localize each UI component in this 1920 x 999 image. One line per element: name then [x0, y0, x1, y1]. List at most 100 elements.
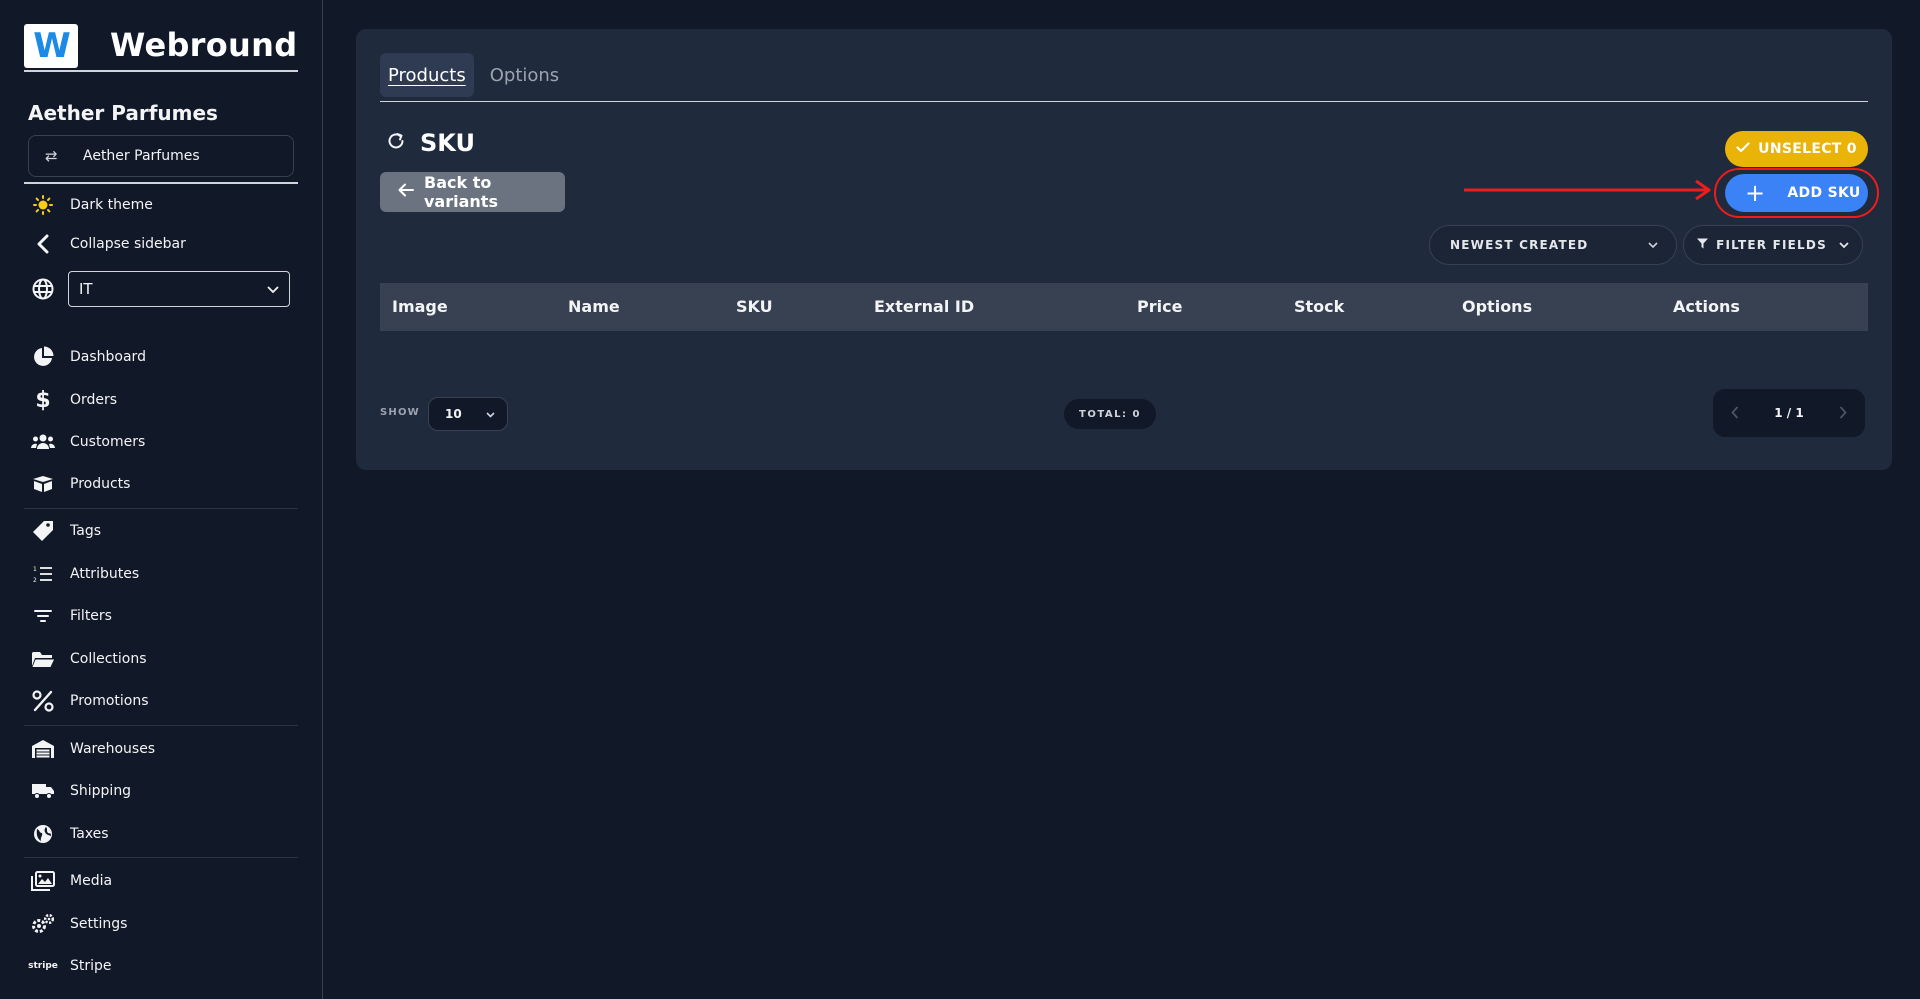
chevron-down-icon	[1839, 238, 1849, 252]
column-header-price[interactable]: Price	[1137, 297, 1182, 316]
tab-bar: Products Options	[380, 53, 1868, 102]
sidebar-item-collections[interactable]: Collections	[30, 645, 147, 673]
warehouse-icon	[30, 737, 56, 761]
page-title: SKU	[420, 129, 475, 157]
chevron-left-icon	[30, 234, 56, 254]
sidebar: W Webround Aether Parfumes ⇄ Aether Parf…	[0, 0, 323, 999]
pagination: 1 / 1	[1713, 389, 1865, 437]
folder-open-icon	[30, 647, 56, 671]
store-title: Aether Parfumes	[28, 101, 218, 125]
back-to-variants-button[interactable]: Back to variants	[380, 172, 565, 212]
sidebar-item-settings[interactable]: Settings	[30, 910, 127, 938]
sidebar-item-media[interactable]: Media	[30, 867, 112, 895]
stripe-logo-text: stripe	[28, 961, 58, 971]
nav-divider	[24, 857, 298, 858]
language-select[interactable]: IT	[68, 271, 290, 307]
total-count-badge: TOTAL: 0	[1064, 399, 1156, 429]
arrow-left-icon	[398, 182, 414, 202]
earth-icon	[30, 822, 56, 846]
tab-products[interactable]: Products	[380, 53, 474, 97]
brand-name: Webround	[110, 26, 298, 64]
sun-icon	[30, 195, 56, 215]
dark-theme-toggle[interactable]: Dark theme	[30, 193, 153, 217]
sidebar-item-attributes[interactable]: 12 Attributes	[30, 560, 139, 588]
sidebar-item-label: Stripe	[70, 958, 112, 974]
store-switcher-label: Aether Parfumes	[83, 148, 200, 164]
sidebar-item-label: Products	[70, 476, 131, 492]
nav-divider	[24, 725, 298, 726]
nav-divider	[24, 508, 298, 509]
sidebar-item-shipping[interactable]: Shipping	[30, 777, 131, 805]
svg-text:2: 2	[33, 577, 37, 583]
users-icon	[30, 430, 56, 454]
column-header-stock[interactable]: Stock	[1294, 297, 1344, 316]
sidebar-item-label: Customers	[70, 434, 146, 450]
unselect-button[interactable]: UNSELECT 0	[1725, 131, 1868, 167]
unselect-label: UNSELECT 0	[1758, 141, 1857, 157]
stripe-icon: stripe	[28, 954, 58, 978]
box-icon	[30, 472, 56, 496]
sidebar-item-label: Media	[70, 873, 113, 889]
chevron-down-icon	[486, 407, 495, 421]
annotation-arrow-icon	[1464, 179, 1711, 201]
chevron-down-icon	[267, 280, 279, 298]
table-header-row: Image Name SKU External ID Price Stock O…	[380, 283, 1868, 331]
images-icon	[30, 869, 56, 893]
sidebar-item-label: Warehouses	[70, 741, 156, 757]
sidebar-item-stripe[interactable]: stripe Stripe	[28, 952, 112, 980]
sidebar-item-label: Filters	[70, 608, 112, 624]
sidebar-item-label: Orders	[70, 392, 118, 408]
previous-page-button[interactable]	[1731, 404, 1739, 423]
page-size-label: SHOW	[380, 407, 420, 418]
sidebar-item-warehouses[interactable]: Warehouses	[30, 735, 155, 763]
sidebar-item-dashboard[interactable]: Dashboard	[30, 343, 146, 371]
next-page-button[interactable]	[1839, 404, 1847, 423]
column-header-options[interactable]: Options	[1462, 297, 1532, 316]
tab-options[interactable]: Options	[482, 53, 567, 97]
sidebar-item-customers[interactable]: Customers	[30, 428, 145, 456]
column-header-external-id[interactable]: External ID	[874, 297, 974, 316]
sidebar-item-filters[interactable]: Filters	[30, 602, 112, 630]
filter-fields-button[interactable]: FILTER FIELDS	[1683, 225, 1863, 265]
check-icon	[1736, 141, 1750, 157]
globe-icon	[30, 278, 56, 300]
refresh-icon[interactable]	[386, 131, 406, 155]
language-value: IT	[79, 280, 93, 298]
webround-logo[interactable]: W	[24, 24, 78, 68]
sidebar-item-promotions[interactable]: Promotions	[30, 687, 149, 715]
funnel-icon	[1697, 238, 1709, 252]
sidebar-item-label: Collections	[70, 651, 147, 667]
sort-select[interactable]: NEWEST CREATED	[1429, 225, 1677, 265]
column-header-name[interactable]: Name	[568, 297, 620, 316]
chevron-down-icon	[1648, 238, 1658, 252]
svg-text:1: 1	[33, 566, 37, 573]
sku-card: Products Options SKU Back to variants UN…	[356, 29, 1892, 470]
truck-icon	[30, 779, 56, 803]
sidebar-item-taxes[interactable]: Taxes	[30, 820, 109, 848]
sidebar-item-label: Promotions	[70, 693, 149, 709]
sidebar-item-orders[interactable]: $ Orders	[30, 386, 117, 414]
collapse-sidebar-label: Collapse sidebar	[70, 236, 186, 252]
collapse-sidebar-button[interactable]: Collapse sidebar	[30, 232, 186, 256]
sidebar-item-tags[interactable]: Tags	[30, 517, 101, 545]
column-header-sku[interactable]: SKU	[736, 297, 773, 316]
page-size-select[interactable]: 10	[428, 397, 508, 431]
dark-theme-label: Dark theme	[70, 197, 153, 213]
store-switcher[interactable]: ⇄ Aether Parfumes	[28, 135, 294, 177]
column-header-image[interactable]: Image	[392, 297, 448, 316]
page-size-value: 10	[445, 407, 462, 421]
dollar-icon: $	[35, 387, 51, 413]
column-header-actions[interactable]: Actions	[1673, 297, 1740, 316]
filter-fields-label: FILTER FIELDS	[1716, 238, 1827, 252]
back-to-variants-label: Back to variants	[424, 173, 498, 211]
sidebar-item-label: Shipping	[70, 783, 132, 799]
filter-lines-icon	[30, 604, 56, 628]
page-header: SKU	[386, 129, 475, 157]
sidebar-divider	[24, 182, 298, 184]
sidebar-item-products[interactable]: Products	[30, 470, 130, 498]
percent-icon	[30, 689, 56, 713]
numbered-list-icon: 12	[30, 562, 56, 586]
sidebar-item-label: Dashboard	[70, 349, 146, 365]
tag-icon	[30, 519, 56, 543]
swap-icon: ⇄	[45, 147, 58, 165]
